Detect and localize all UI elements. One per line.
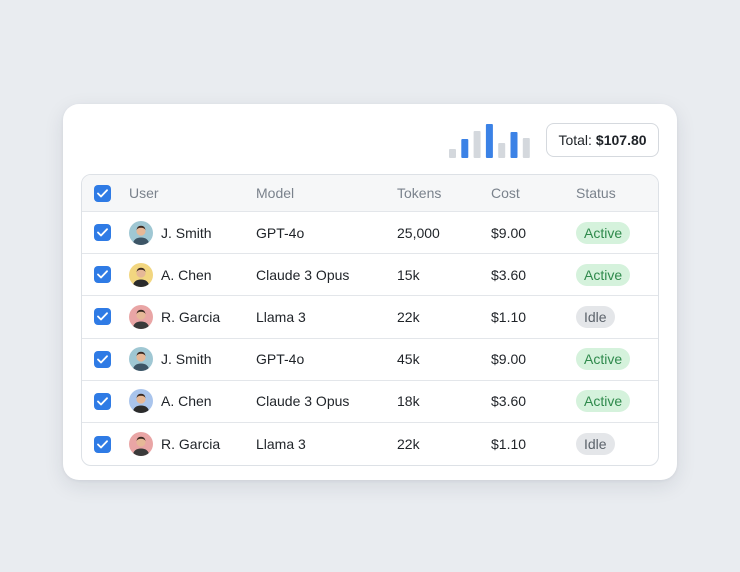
row-checkbox[interactable] <box>94 224 111 242</box>
user-cell: J. Smith <box>129 212 212 253</box>
user-name: J. Smith <box>161 224 212 241</box>
cost-cell: $1.10 <box>491 436 527 453</box>
table-row[interactable]: A. Chen Claude 3 Opus 18k $3.60 Active <box>82 381 658 423</box>
table-row[interactable]: A. Chen Claude 3 Opus 15k $3.60 Active <box>82 254 658 297</box>
avatar <box>129 347 153 372</box>
checkmark-icon <box>97 188 108 197</box>
status-badge: Active <box>576 263 631 286</box>
user-name: J. Smith <box>161 351 212 368</box>
avatar <box>129 432 153 457</box>
user-cell: R. Garcia <box>129 423 220 465</box>
avatar <box>129 389 153 414</box>
tokens-cell: 15k <box>397 266 420 283</box>
user-name: A. Chen <box>161 266 212 283</box>
person-icon <box>132 267 150 287</box>
status-cell: Idle <box>576 423 615 465</box>
person-icon <box>132 351 150 372</box>
select-all-checkbox[interactable] <box>94 184 111 202</box>
sparkline-bar <box>473 131 481 158</box>
user-cell: R. Garcia <box>129 296 220 337</box>
checkmark-icon <box>97 312 108 321</box>
checkmark-icon <box>97 228 108 237</box>
person-icon <box>132 309 150 329</box>
usage-card: Total: $107.80 User Model Tokens Cost St… <box>63 104 677 480</box>
person-icon <box>132 394 150 414</box>
tokens-cell: 22k <box>397 308 420 325</box>
status-badge: Active <box>576 221 631 244</box>
total-cost-pill: Total: $107.80 <box>546 123 659 157</box>
table-header-row: User Model Tokens Cost Status <box>82 175 658 212</box>
sparkline-bar <box>461 139 469 158</box>
sparkline-bar <box>510 132 518 158</box>
avatar <box>129 220 153 245</box>
status-badge: Active <box>576 390 631 413</box>
column-header-tokens[interactable]: Tokens <box>397 175 441 211</box>
cost-cell: $3.60 <box>491 393 527 410</box>
checkmark-icon <box>97 397 108 406</box>
row-checkbox[interactable] <box>94 350 111 368</box>
user-name: R. Garcia <box>161 308 221 325</box>
cost-cell: $3.60 <box>491 266 527 283</box>
user-cell: J. Smith <box>129 339 212 380</box>
usage-sparkline <box>449 124 530 158</box>
model-cell: Claude 3 Opus <box>256 266 350 283</box>
sparkline-bar <box>449 149 456 158</box>
status-badge: Idle <box>576 433 615 456</box>
tokens-cell: 45k <box>397 351 420 368</box>
sparkline-bar <box>485 124 493 158</box>
sparkline-bar <box>522 138 530 158</box>
user-cell: A. Chen <box>129 254 212 295</box>
tokens-cell: 18k <box>397 393 420 410</box>
user-name: R. Garcia <box>161 436 221 453</box>
row-checkbox[interactable] <box>94 435 111 453</box>
table-row[interactable]: J. Smith GPT-4o 25,000 $9.00 Active <box>82 212 658 255</box>
status-cell: Active <box>576 212 631 253</box>
user-cell: A. Chen <box>129 381 212 422</box>
model-cell: GPT-4o <box>256 351 305 368</box>
status-cell: Active <box>576 381 631 422</box>
sparkline-bar <box>498 143 506 158</box>
usage-table: User Model Tokens Cost Status J. Smith G… <box>81 174 659 466</box>
cost-cell: $9.00 <box>491 224 527 241</box>
row-checkbox[interactable] <box>94 392 111 410</box>
tokens-cell: 22k <box>397 436 420 453</box>
model-cell: Claude 3 Opus <box>256 393 350 410</box>
status-cell: Active <box>576 339 631 380</box>
row-checkbox[interactable] <box>94 308 111 326</box>
tokens-cell: 25,000 <box>397 224 440 241</box>
cost-cell: $1.10 <box>491 308 527 325</box>
row-checkbox[interactable] <box>94 266 111 284</box>
table-row[interactable]: R. Garcia Llama 3 22k $1.10 Idle <box>82 423 658 465</box>
total-label: Total: <box>558 132 592 148</box>
model-cell: Llama 3 <box>256 308 306 325</box>
column-header-status[interactable]: Status <box>576 175 616 211</box>
status-badge: Active <box>576 348 631 371</box>
status-cell: Idle <box>576 296 615 337</box>
checkmark-icon <box>97 439 108 448</box>
person-icon <box>132 436 150 457</box>
table-row[interactable]: J. Smith GPT-4o 45k $9.00 Active <box>82 339 658 381</box>
model-cell: GPT-4o <box>256 224 305 241</box>
checkmark-icon <box>97 354 108 364</box>
person-icon <box>132 225 150 245</box>
model-cell: Llama 3 <box>256 436 306 453</box>
status-badge: Idle <box>576 305 615 328</box>
checkmark-icon <box>97 270 108 279</box>
avatar <box>129 304 153 329</box>
column-header-model[interactable]: Model <box>256 175 294 211</box>
column-header-cost[interactable]: Cost <box>491 175 520 211</box>
column-header-user[interactable]: User <box>129 175 159 211</box>
table-row[interactable]: R. Garcia Llama 3 22k $1.10 Idle <box>82 296 658 339</box>
total-value: $107.80 <box>595 132 647 148</box>
cost-cell: $9.00 <box>491 351 527 368</box>
card-toolbar: Total: $107.80 <box>63 104 677 174</box>
avatar <box>129 262 153 287</box>
user-name: A. Chen <box>161 393 212 410</box>
status-cell: Active <box>576 254 631 295</box>
